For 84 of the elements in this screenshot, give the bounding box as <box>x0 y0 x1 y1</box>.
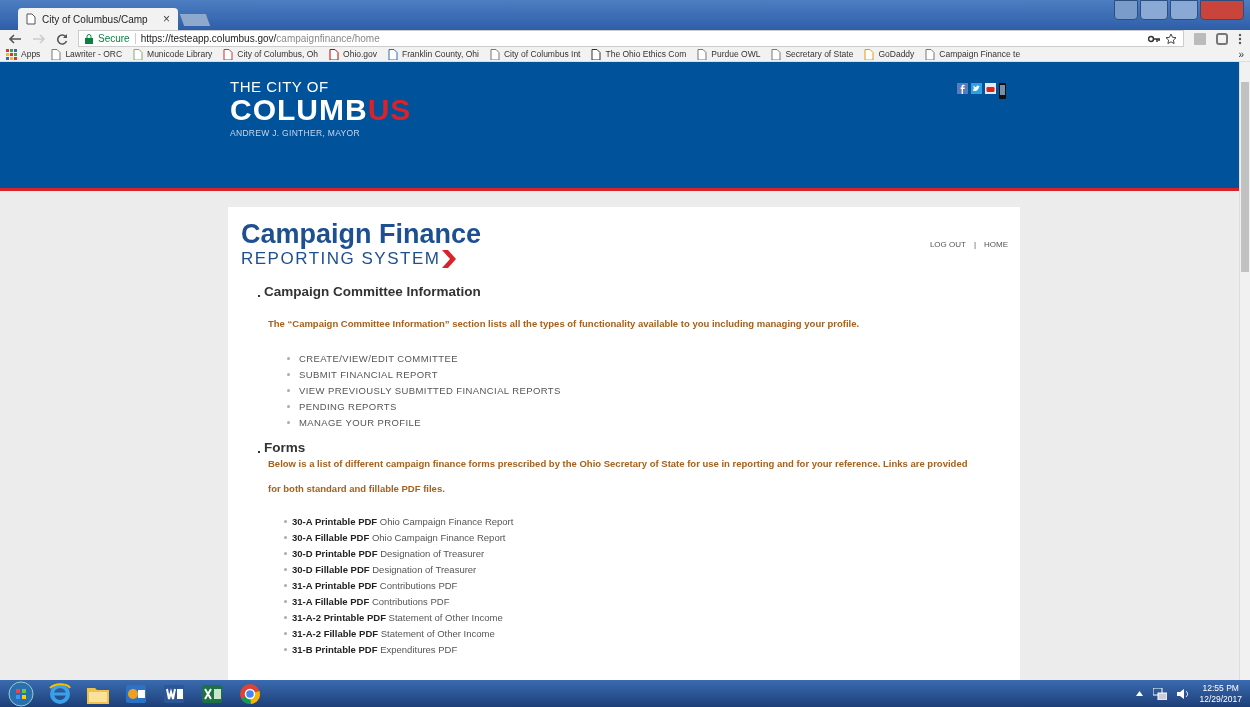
bullet-icon <box>284 583 287 587</box>
section-heading: Forms <box>264 440 306 455</box>
secure-label: Secure <box>98 33 130 44</box>
network-icon[interactable] <box>1153 687 1168 700</box>
bookmark[interactable]: Ohio.gov <box>328 48 378 60</box>
menu-link[interactable]: CREATE/VIEW/EDIT COMMITTEE <box>299 352 458 364</box>
reload-icon[interactable] <box>56 32 68 45</box>
bookmark[interactable]: Franklin County, Ohi <box>387 48 479 60</box>
star-icon[interactable] <box>1165 32 1177 45</box>
browser-tab[interactable]: City of Columbus/Camp × <box>18 8 178 30</box>
extension-icon[interactable] <box>1216 32 1228 45</box>
back-icon[interactable] <box>8 32 22 45</box>
bullet-icon <box>284 631 287 635</box>
menu-link[interactable]: MANAGE YOUR PROFILE <box>299 416 421 428</box>
bullet-icon <box>284 535 287 539</box>
bookmark[interactable]: Apps <box>6 48 41 60</box>
form-link[interactable]: 31-B Printable PDF Expenditures PDF <box>292 643 458 655</box>
phone-icon[interactable] <box>999 83 1006 99</box>
maximize-button[interactable] <box>1170 0 1198 20</box>
menu-link[interactable]: SUBMIT FINANCIAL REPORT <box>299 368 438 380</box>
bookmark[interactable]: Campaign Finance te <box>924 48 1021 60</box>
section-description: The “Campaign Committee Information” section lists all the types of functionality available to you including managing your profile. <box>268 317 861 331</box>
app-title: Campaign Finance <box>241 219 482 249</box>
app-subtitle: REPORTING SYSTEM <box>241 249 441 269</box>
section-heading: Campaign Committee Information <box>264 284 481 299</box>
chevron-icon <box>442 250 457 268</box>
start-button[interactable] <box>8 680 34 707</box>
tray-arrow-icon[interactable] <box>1136 691 1144 696</box>
form-link[interactable]: 30-A Fillable PDF Ohio Campaign Finance Report <box>292 531 506 543</box>
twitter-icon[interactable] <box>971 83 982 94</box>
form-link[interactable]: 30-D Fillable PDF Designation of Treasurer <box>292 563 477 575</box>
bookmark[interactable]: Municode Library <box>132 48 213 60</box>
page-icon <box>26 13 36 25</box>
bookmark[interactable]: GoDaddy <box>863 48 915 60</box>
bookmark[interactable]: Secretary of State <box>770 48 854 60</box>
url-text: https://testeapp.columbus.gov/campaignfinance/home <box>140 33 381 44</box>
bullet-icon <box>287 356 290 360</box>
logo-wordmark[interactable]: COLUMBUS <box>230 95 412 125</box>
menu-link[interactable]: PENDING REPORTS <box>299 400 397 412</box>
volume-icon[interactable] <box>1177 687 1190 700</box>
nav-link[interactable]: HOME <box>984 239 1008 249</box>
nav-separator: | <box>973 239 976 249</box>
scrollbar[interactable] <box>1239 62 1250 680</box>
bullet-icon <box>284 551 287 555</box>
key-icon[interactable] <box>1148 34 1160 43</box>
bookmark[interactable]: City of Columbus Int <box>488 48 581 60</box>
bullet-icon <box>287 404 290 408</box>
menu-link[interactable]: VIEW PREVIOUSLY SUBMITTED FINANCIAL REPORTS <box>299 384 561 396</box>
bullet-icon <box>284 567 287 571</box>
bullet-icon <box>284 599 287 603</box>
menu-icon[interactable] <box>1238 32 1242 45</box>
bullet-icon <box>284 519 287 523</box>
more-icon[interactable]: » <box>1238 48 1244 60</box>
bookmark[interactable]: City of Columbus, Oh <box>222 48 319 60</box>
minimize-button[interactable] <box>1140 0 1168 20</box>
close-icon[interactable]: × <box>163 12 170 26</box>
tab-title: City of Columbus/Camp <box>42 13 149 25</box>
form-link[interactable]: 31-A-2 Printable PDF Statement of Other Income <box>292 611 503 623</box>
bookmark[interactable]: The Ohio Ethics Com <box>590 48 687 60</box>
bullet-icon <box>287 420 290 424</box>
section-description: Below is a list of different campaign finance forms prescribed by the Ohio Secretary of State for use in reporting and for your reference. Links are provided for both standard and fillable PDF files. <box>268 457 969 496</box>
form-link[interactable]: 31-A Fillable PDF Contributions PDF <box>292 595 450 607</box>
form-link[interactable]: 30-D Printable PDF Designation of Treasurer <box>292 547 485 559</box>
form-link[interactable]: 30-A Printable PDF Ohio Campaign Finance Report <box>292 515 514 527</box>
chrome-icon[interactable] <box>238 681 262 706</box>
mayor-name: ANDREW J. GINTHER, MAYOR <box>230 128 361 138</box>
video-icon[interactable] <box>985 83 996 94</box>
logo-text: THE CITY OF <box>230 79 330 95</box>
bookmark[interactable]: Purdue OWL <box>696 48 761 60</box>
browser-icon[interactable] <box>48 681 72 706</box>
bullet-icon <box>287 388 290 392</box>
clock-date[interactable]: 12/29/2017 <box>1199 693 1242 705</box>
bullet-icon <box>284 615 287 619</box>
user-button[interactable] <box>1114 0 1138 20</box>
nav-link[interactable]: LOG OUT <box>929 239 966 249</box>
facebook-icon[interactable] <box>957 83 968 94</box>
bullet-icon <box>287 372 290 376</box>
lock-icon <box>85 33 93 44</box>
bullet-icon <box>284 647 287 651</box>
form-link[interactable]: 31-A-2 Fillable PDF Statement of Other Income <box>292 627 495 639</box>
clock-time[interactable]: 12:55 PM <box>1199 682 1242 694</box>
form-link[interactable]: 31-A Printable PDF Contributions PDF <box>292 579 458 591</box>
apps-icon <box>6 48 17 60</box>
bookmark[interactable]: Lawriter - ORC <box>50 48 123 60</box>
